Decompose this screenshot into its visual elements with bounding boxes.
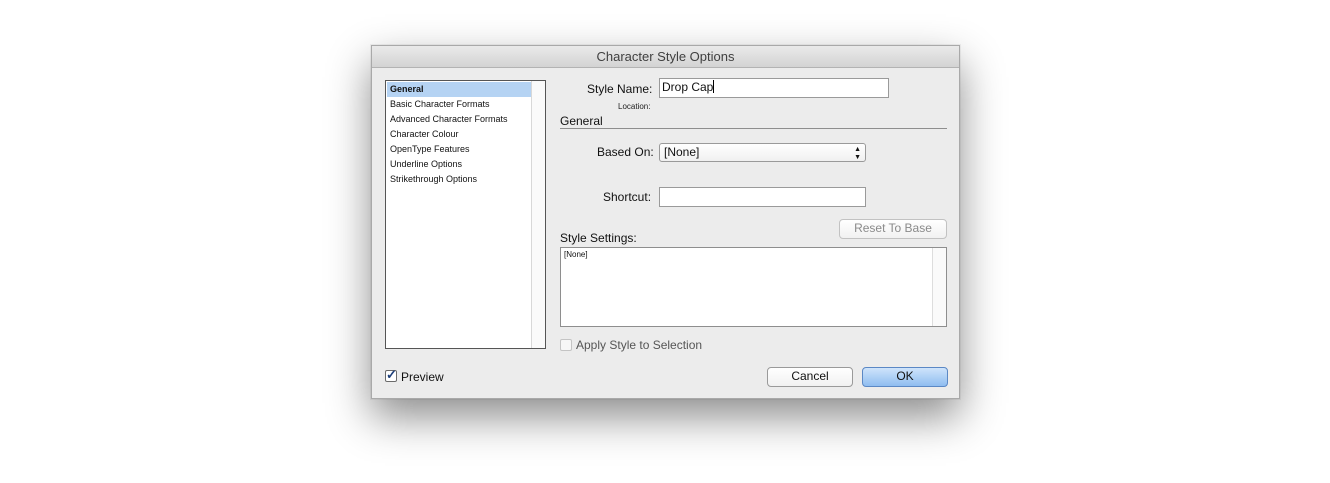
shortcut-label: Shortcut: [603,190,652,204]
apply-style-checkbox[interactable] [560,339,572,351]
preview-checkbox[interactable] [385,367,397,383]
ok-button[interactable]: OK [862,367,948,387]
apply-style-label[interactable]: Apply Style to Selection [576,338,702,352]
window-title: Character Style Options [372,46,959,68]
based-on-label: Based On: [597,145,654,159]
style-settings-label: Style Settings: [560,231,637,245]
updown-arrows-icon: ▲ ▼ [854,146,861,161]
style-name-value: Drop Cap [662,80,714,94]
style-name-label: Style Name: [587,82,653,96]
category-general[interactable]: General [387,82,531,97]
style-settings-value: [None] [564,250,588,259]
category-list-scrollbar[interactable] [531,81,545,348]
preview-label[interactable]: Preview [401,370,444,384]
reset-to-base-button[interactable]: Reset To Base [839,219,947,239]
character-style-options-dialog: Character Style Options General Basic Ch… [371,45,960,399]
cancel-button[interactable]: Cancel [767,367,853,387]
style-settings-scrollbar[interactable] [932,248,946,326]
text-caret [713,80,715,93]
shortcut-input[interactable] [659,187,866,207]
category-advanced-character-formats[interactable]: Advanced Character Formats [387,112,531,127]
section-divider [560,128,947,129]
style-settings-box: [None] [560,247,947,327]
style-name-input[interactable]: Drop Cap [659,78,889,98]
category-basic-character-formats[interactable]: Basic Character Formats [387,97,531,112]
category-list[interactable]: General Basic Character Formats Advanced… [385,80,546,349]
section-title: General [560,114,603,128]
location-label: Location: [618,102,651,111]
based-on-value: [None] [664,145,700,159]
category-opentype-features[interactable]: OpenType Features [387,142,531,157]
based-on-select[interactable]: [None] ▲ ▼ [659,143,866,162]
category-underline-options[interactable]: Underline Options [387,157,531,172]
category-strikethrough-options[interactable]: Strikethrough Options [387,172,531,187]
category-character-colour[interactable]: Character Colour [387,127,531,142]
